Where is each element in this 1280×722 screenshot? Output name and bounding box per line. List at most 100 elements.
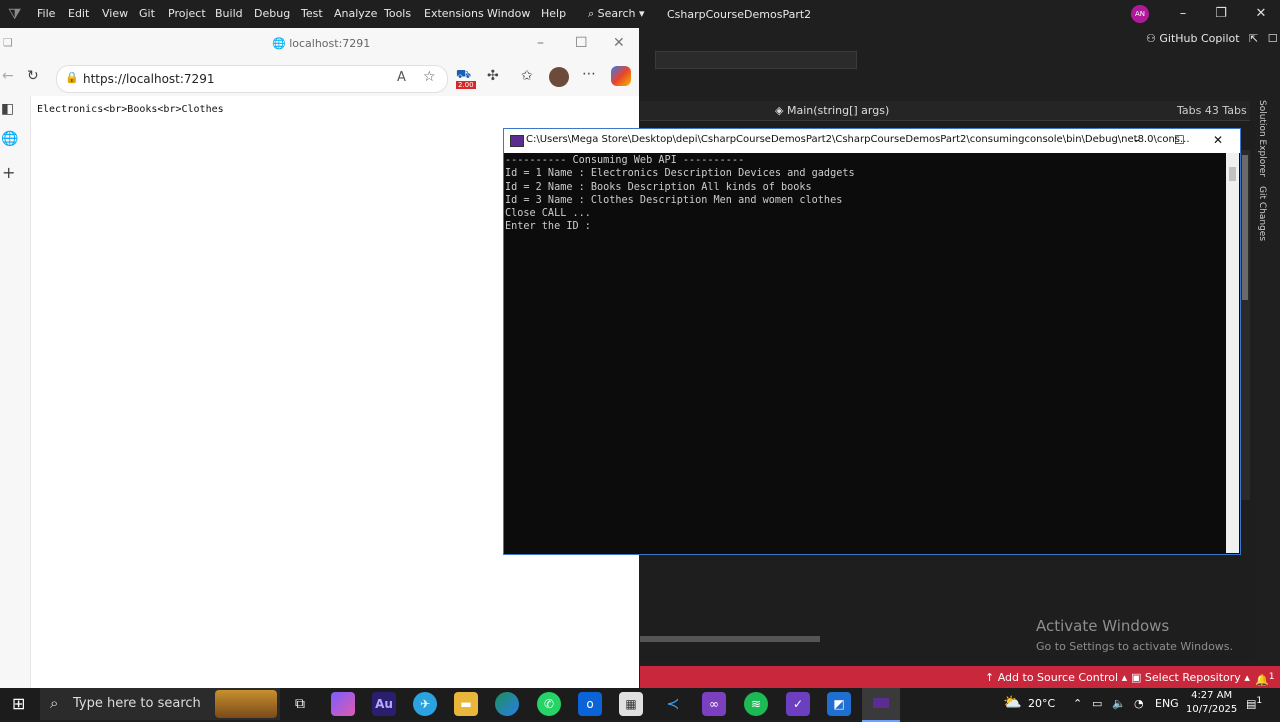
remote-app-icon[interactable]: ◩ (827, 692, 851, 716)
console-output[interactable]: ---------- Consuming Web API ---------- … (505, 154, 1225, 234)
feedback-icon: ☐ (1267, 32, 1278, 45)
editor-navigation-bar (640, 101, 1250, 121)
horizontal-scrollbar-thumb[interactable] (640, 636, 820, 642)
browser-titlebar: ❏ 🌐 localhost:7291 – ☐ ✕ (0, 28, 639, 60)
visual-studio-logo-icon: ⧩ (8, 5, 22, 23)
menu-help[interactable]: Help (541, 7, 566, 20)
browser-toolbar: ← ↻ 🔒 https://localhost:7291 A ☆ ⛟ 2.00 ✣… (0, 60, 639, 96)
vs-search-button[interactable]: ⌕ Search ▾ (588, 7, 645, 21)
member-label: Main(string[] args) (786, 104, 890, 117)
lock-icon[interactable]: 🔒 (65, 71, 79, 84)
visual-studio-app-icon[interactable]: ∞ (702, 692, 726, 716)
menu-edit[interactable]: Edit (68, 7, 89, 20)
add-to-source-control-button[interactable]: ↑ Add to Source Control ▴ (985, 671, 1127, 684)
weather-temperature[interactable]: 20°C (1028, 697, 1055, 710)
share-icon: ⇱ (1249, 32, 1259, 45)
member-dropdown[interactable]: ◈ Main(string[] args) (775, 104, 889, 117)
windows-start-icon[interactable]: ⊞ (12, 694, 25, 713)
clock[interactable]: 4:27 AM 10/7/2025 (1186, 689, 1237, 717)
address-bar[interactable]: 🔒 https://localhost:7291 A ☆ (56, 65, 448, 93)
tab-actions-icon[interactable]: ❏ (3, 36, 13, 49)
copilot-app-icon[interactable] (331, 692, 355, 716)
menu-tools[interactable]: Tools (384, 7, 411, 20)
maximize-button[interactable]: ❐ (1203, 4, 1239, 24)
more-menu-icon[interactable]: ⋯ (582, 66, 596, 82)
sidebar-toggle-icon[interactable]: ◧ (1, 101, 14, 117)
scrollbar-thumb[interactable] (1242, 155, 1248, 300)
back-icon[interactable]: ← (2, 68, 14, 84)
maximize-button[interactable]: ☐ (1174, 133, 1185, 147)
chevron-up-icon[interactable]: ⌃ (1073, 697, 1082, 710)
globe-icon[interactable]: 🌐 (1, 131, 18, 147)
menu-view[interactable]: View (102, 7, 128, 20)
select-repository-button[interactable]: ▣ Select Repository ▴ (1131, 671, 1250, 684)
audition-app-icon[interactable]: Au (372, 692, 396, 716)
extensions-puzzle-icon[interactable]: ✣ (487, 68, 499, 84)
read-aloud-icon[interactable]: A (397, 70, 406, 85)
menu-git[interactable]: Git (139, 7, 155, 20)
console-scrollbar[interactable] (1226, 153, 1239, 553)
file-explorer-icon[interactable]: ▬ (454, 692, 478, 716)
configuration-dropdown[interactable] (655, 51, 857, 69)
store-app-icon[interactable]: ▦ (619, 692, 643, 716)
extension-icon[interactable]: ⛟ 2.00 (456, 67, 476, 89)
spotify-app-icon[interactable]: ≋ (744, 692, 768, 716)
menu-analyze[interactable]: Analyze (334, 7, 377, 20)
github-copilot-button[interactable]: ⚇ GitHub Copilot ⇱ ☐ (1146, 32, 1278, 45)
close-button[interactable]: ✕ (613, 35, 625, 51)
language-indicator[interactable]: ENG (1155, 697, 1179, 710)
close-button[interactable]: ✕ (1213, 133, 1223, 147)
minimize-button[interactable]: – (1165, 4, 1201, 24)
menu-test[interactable]: Test (301, 7, 323, 20)
volume-icon[interactable]: 🔈 (1112, 697, 1126, 710)
menu-window[interactable]: Window (487, 7, 530, 20)
minimize-button[interactable]: – (1134, 133, 1140, 147)
tab-solution-explorer[interactable]: Solution Explorer (1257, 100, 1267, 177)
taskbar-search-box[interactable]: ⌕ Type here to search (40, 688, 280, 720)
minimize-button[interactable]: – (537, 35, 544, 51)
close-button[interactable]: ✕ (1243, 4, 1279, 24)
console-line: Id = 2 Name : Books Description All kind… (505, 181, 812, 193)
menu-build[interactable]: Build (215, 7, 243, 20)
method-icon: ◈ (775, 104, 784, 117)
copilot-label: GitHub Copilot (1159, 32, 1240, 45)
battery-icon[interactable]: ▭ (1092, 697, 1102, 710)
avatar[interactable]: AN (1131, 5, 1149, 23)
console-line: Enter the ID : (505, 221, 591, 233)
edge-app-icon[interactable] (495, 692, 519, 716)
favorite-star-icon[interactable]: ☆ (423, 69, 436, 85)
wifi-icon[interactable]: ◔ (1134, 697, 1144, 710)
vscode-app-icon[interactable]: ≺ (661, 692, 685, 716)
notifications-icon[interactable]: 🔔1 (1255, 671, 1275, 687)
refresh-icon[interactable]: ↻ (27, 68, 39, 84)
outlook-app-icon[interactable]: o (578, 692, 602, 716)
browser-sidebar: ◧ 🌐 + (0, 96, 31, 688)
tabs-count[interactable]: Tabs 43 Tabs (1177, 104, 1247, 117)
weather-icon[interactable]: ⛅ (1003, 693, 1022, 711)
windows-taskbar: ⊞ ⌕ Type here to search ⧉ Au ✈ ▬ ✆ o ▦ ≺… (0, 688, 1280, 722)
favorites-icon[interactable]: ✩ (521, 68, 533, 84)
add-icon[interactable]: + (2, 163, 15, 182)
console-line: Id = 1 Name : Electronics Description De… (505, 168, 855, 180)
vs-debug-app-icon[interactable]: ✓ (786, 692, 810, 716)
console-app-icon (510, 135, 524, 147)
menu-debug[interactable]: Debug (254, 7, 290, 20)
activate-windows-subtitle: Go to Settings to activate Windows. (1036, 640, 1234, 653)
tab-git-changes[interactable]: Git Changes (1257, 186, 1267, 241)
console-line: ---------- Consuming Web API ---------- (505, 155, 745, 166)
task-view-icon[interactable]: ⧉ (288, 692, 312, 716)
console-titlebar: C:\Users\Mega Store\Desktop\depi\CsharpC… (504, 129, 1240, 153)
url-text[interactable]: https://localhost:7291 (83, 72, 214, 86)
profile-avatar[interactable] (549, 67, 569, 87)
telegram-app-icon[interactable]: ✈ (413, 692, 437, 716)
notification-center-icon[interactable]: ▤1 (1246, 695, 1262, 711)
menu-file[interactable]: File (37, 7, 55, 20)
console-scrollbar-thumb[interactable] (1229, 167, 1236, 181)
search-placeholder: Type here to search (73, 696, 201, 711)
maximize-button[interactable]: ☐ (575, 35, 588, 51)
menu-extensions[interactable]: Extensions (424, 7, 484, 20)
menu-project[interactable]: Project (168, 7, 206, 20)
copilot-icon[interactable] (611, 66, 631, 86)
console-taskbar-button[interactable] (862, 688, 900, 722)
whatsapp-app-icon[interactable]: ✆ (537, 692, 561, 716)
